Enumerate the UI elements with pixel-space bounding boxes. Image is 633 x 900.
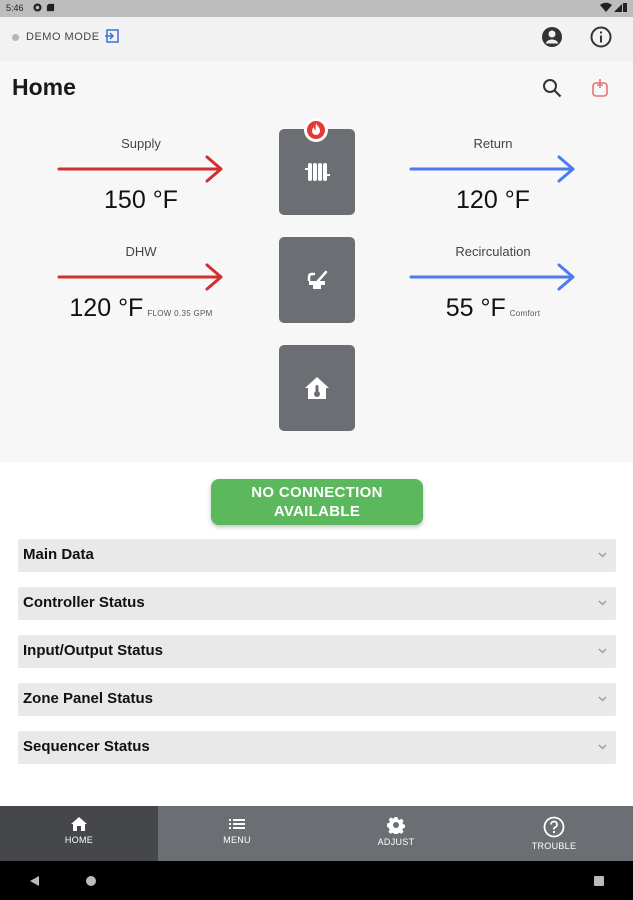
status-bar: 5:46 [0, 0, 633, 17]
return-value: 120 °F [456, 186, 530, 214]
page-title: Home [12, 74, 76, 100]
return-arrow-icon [409, 155, 575, 183]
status-time: 5:46 [6, 3, 24, 13]
section-title: Input/Output Status [23, 642, 163, 659]
nav-trouble[interactable]: TROUBLE [475, 806, 633, 861]
nav-label: ADJUST [377, 837, 415, 847]
nav-label: HOME [64, 835, 94, 845]
top-bar: DEMO MODE [0, 17, 633, 61]
connection-line-2: AVAILABLE [273, 503, 361, 520]
house-thermometer-icon [305, 377, 329, 399]
section-sequencer-status[interactable]: Sequencer Status [18, 731, 616, 764]
nav-adjust[interactable]: ADJUST [317, 806, 475, 861]
home-circle-icon[interactable] [85, 875, 97, 887]
nav-home[interactable]: HOME [0, 806, 158, 861]
chevron-down-icon [598, 600, 607, 606]
account-icon[interactable] [540, 25, 564, 49]
dhw-readout: DHW 120 °F FLOW 0.35 GPM [56, 244, 226, 323]
chevron-down-icon [598, 648, 607, 654]
demo-mode-dot [12, 34, 19, 41]
demo-mode-label: DEMO MODE [26, 31, 100, 43]
supply-arrow-icon [57, 155, 223, 183]
dhw-value: 120 °F [69, 294, 144, 322]
nav-label: TROUBLE [531, 841, 577, 851]
connection-line-1: NO CONNECTION [251, 484, 383, 501]
section-main-data[interactable]: Main Data [18, 539, 616, 572]
supply-value: 150 °F [104, 186, 178, 214]
help-circle-icon [543, 816, 565, 838]
recents-icon[interactable] [594, 876, 604, 886]
dhw-label: DHW [125, 244, 157, 259]
dhw-tile[interactable] [279, 237, 355, 323]
radiator-icon [305, 163, 330, 181]
section-input-output-status[interactable]: Input/Output Status [18, 635, 616, 668]
gear-icon [387, 817, 405, 834]
signal-battery-icon [599, 2, 627, 16]
flame-icon [307, 121, 325, 139]
recirculation-readout: Recirculation 55 °F Comfort [408, 244, 578, 323]
sd-card-icon [46, 3, 55, 12]
section-title: Main Data [23, 546, 94, 563]
system-overview: Home Supply 150 °F Return 120 °F DHW 120… [0, 61, 633, 462]
back-icon[interactable] [29, 875, 40, 887]
section-zone-panel-status[interactable]: Zone Panel Status [18, 683, 616, 716]
section-controller-status[interactable]: Controller Status [18, 587, 616, 620]
recirculation-arrow-icon [409, 263, 575, 291]
info-icon[interactable] [589, 25, 613, 49]
burner-active-badge [304, 118, 328, 142]
sync-icon [33, 3, 42, 12]
connection-status-button[interactable]: NO CONNECTION AVAILABLE [211, 479, 423, 525]
section-title: Controller Status [23, 594, 145, 611]
exit-demo-icon[interactable] [104, 28, 120, 44]
nav-label: MENU [223, 835, 251, 845]
home-icon [71, 817, 87, 831]
search-icon[interactable] [541, 77, 563, 99]
supply-readout: Supply 150 °F [56, 136, 226, 215]
return-label: Return [473, 136, 513, 151]
supply-label: Supply [121, 136, 161, 151]
section-title: Sequencer Status [23, 738, 150, 755]
recirculation-value-row: 55 °F Comfort [408, 294, 578, 323]
nav-menu[interactable]: MENU [158, 806, 316, 861]
bottom-navigation: HOME MENU ADJUST TROUBLE [0, 806, 633, 861]
recirculation-mode: Comfort [509, 309, 541, 318]
section-title: Zone Panel Status [23, 690, 154, 707]
home-temp-tile[interactable] [279, 345, 355, 431]
system-navigation-bar [0, 861, 633, 900]
power-icon[interactable] [590, 77, 610, 99]
menu-icon [229, 819, 245, 829]
recirculation-label: Recirculation [455, 244, 531, 259]
dhw-flow: FLOW 0.35 GPM [147, 309, 213, 318]
chevron-down-icon [598, 552, 607, 558]
recirculation-value: 55 °F [445, 294, 506, 322]
dhw-arrow-icon [57, 263, 223, 291]
return-readout: Return 120 °F [408, 136, 578, 215]
dhw-value-row: 120 °F FLOW 0.35 GPM [56, 294, 226, 323]
faucet-icon [307, 270, 328, 289]
chevron-down-icon [598, 696, 607, 702]
chevron-down-icon [598, 744, 607, 750]
